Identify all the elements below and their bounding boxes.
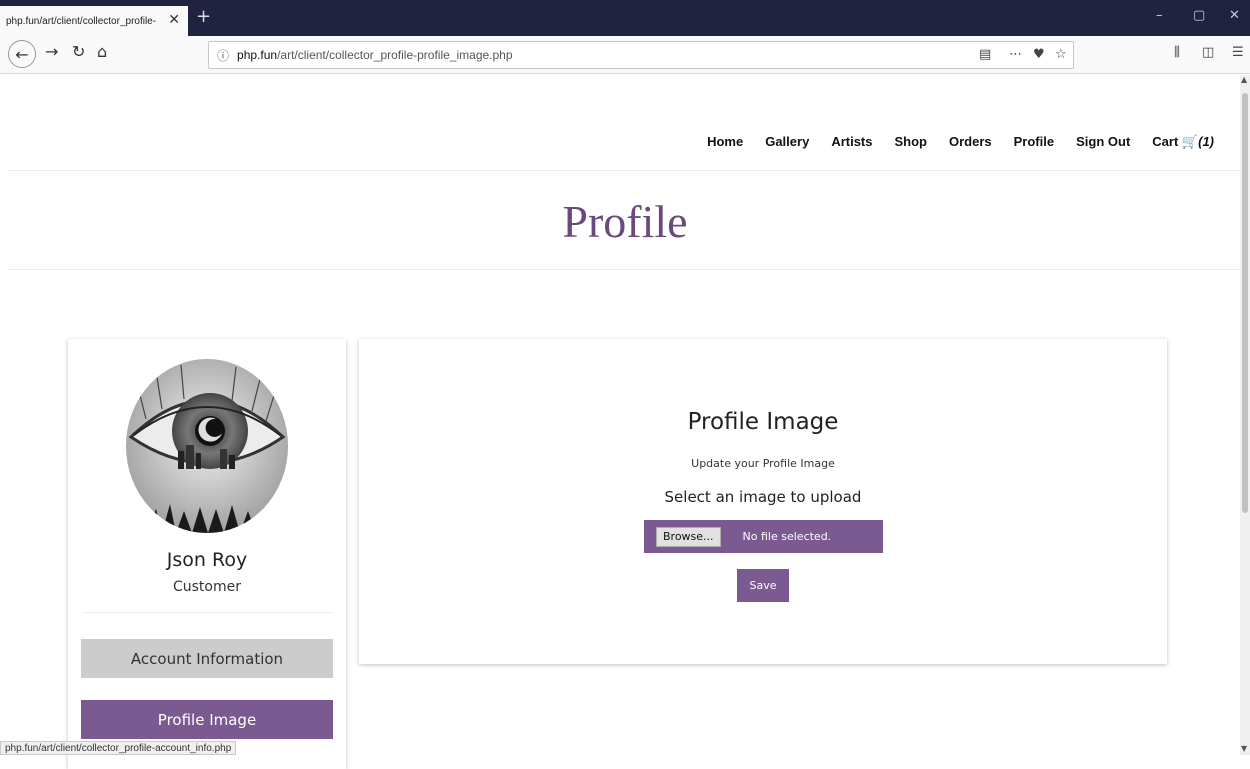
avatar [126, 359, 288, 533]
profile-image-button[interactable]: Profile Image [81, 700, 333, 739]
page-scrollbar[interactable]: ▲ ▼ [1240, 75, 1250, 755]
upload-label: Select an image to upload [664, 488, 862, 506]
profile-sidebar: Json Roy Customer Account Information Pr… [68, 339, 346, 769]
file-input[interactable]: Browse... No file selected. [644, 520, 883, 553]
profile-image-panel: Profile Image Update your Profile Image … [359, 339, 1167, 664]
url-path: /art/client/collector_profile-profile_im… [277, 48, 513, 62]
nav-orders[interactable]: Orders [949, 134, 992, 150]
site-nav: Home Gallery Artists Shop Orders Profile… [685, 134, 1214, 150]
menu-icon[interactable]: ☰ [1232, 45, 1244, 60]
close-window-icon[interactable]: ✕ [1229, 8, 1240, 23]
nav-cart[interactable]: Cart 🛒(1) [1152, 134, 1214, 150]
pocket-icon[interactable]: ♥ [1033, 47, 1045, 62]
url-text: php.fun/art/client/collector_profile-pro… [237, 48, 513, 62]
header-divider [8, 170, 1240, 171]
restore-icon[interactable]: ▢ [1193, 8, 1205, 23]
home-icon[interactable]: ⌂ [97, 42, 107, 61]
bookmark-star-icon[interactable]: ☆ [1055, 47, 1067, 62]
cart-count: (1) [1198, 134, 1214, 149]
panel-heading: Profile Image [687, 409, 839, 435]
scroll-up-icon[interactable]: ▲ [1241, 75, 1247, 84]
scroll-down-icon[interactable]: ▼ [1241, 744, 1247, 753]
nav-shop[interactable]: Shop [895, 134, 928, 150]
nav-gallery[interactable]: Gallery [765, 134, 809, 150]
nav-home[interactable]: Home [707, 134, 743, 150]
user-name: Json Roy [166, 549, 248, 571]
eye-artwork-icon [126, 359, 288, 533]
scroll-thumb[interactable] [1242, 93, 1248, 513]
back-arrow-icon[interactable]: ← [8, 40, 36, 68]
nav-profile[interactable]: Profile [1014, 134, 1054, 150]
tab-title: php.fun/art/client/collector_profile- [6, 15, 157, 27]
cart-icon: 🛒 [1181, 134, 1199, 149]
page-title: Profile [562, 196, 688, 247]
reader-view-icon[interactable]: ▤ [979, 47, 991, 62]
minimize-icon[interactable]: – [1156, 8, 1163, 23]
cart-label: Cart [1152, 134, 1179, 149]
sidebar-toggle-icon[interactable]: ◫ [1202, 45, 1214, 60]
close-tab-icon[interactable]: ✕ [168, 12, 180, 28]
link-status-bar: php.fun/art/client/collector_profile-acc… [0, 741, 237, 755]
browse-button[interactable]: Browse... [656, 526, 721, 547]
new-tab-button[interactable]: + [196, 6, 211, 27]
nav-artists[interactable]: Artists [831, 134, 872, 150]
file-status: No file selected. [742, 530, 832, 543]
forward-arrow-icon[interactable]: → [45, 42, 58, 61]
more-actions-icon[interactable]: ⋯ [1009, 47, 1022, 62]
page-content: Home Gallery Artists Shop Orders Profile… [0, 75, 1240, 769]
save-button[interactable]: Save [737, 569, 789, 602]
reload-icon[interactable]: ↻ [72, 42, 85, 61]
url-bar[interactable]: ⓘ php.fun/art/client/collector_profile-p… [208, 41, 1074, 69]
user-role: Customer [172, 579, 241, 595]
sidebar-divider [82, 612, 332, 613]
library-icon[interactable]: ⫼ [1174, 45, 1180, 60]
panel-subheading: Update your Profile Image [691, 457, 835, 470]
browser-tab[interactable]: php.fun/art/client/collector_profile- ✕ [0, 6, 188, 36]
title-divider [8, 269, 1240, 270]
account-information-button[interactable]: Account Information [81, 639, 333, 678]
browser-nav-bar: ← → ↻ ⌂ ⓘ php.fun/art/client/collector_p… [0, 36, 1250, 74]
url-host: php.fun [237, 48, 278, 62]
info-icon[interactable]: ⓘ [217, 47, 229, 64]
browser-tab-bar: php.fun/art/client/collector_profile- ✕ … [0, 0, 1250, 36]
nav-sign-out[interactable]: Sign Out [1076, 134, 1130, 150]
